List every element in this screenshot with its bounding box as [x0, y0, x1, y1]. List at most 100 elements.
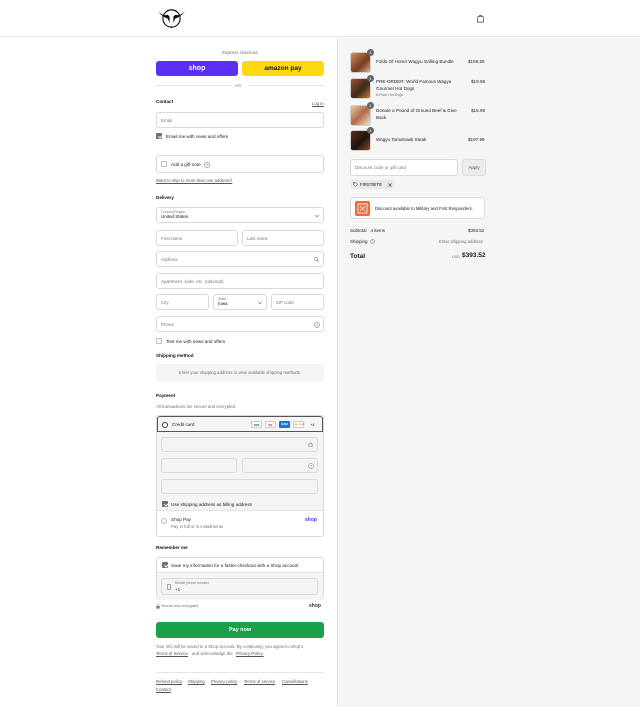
payment-title: Payment	[156, 393, 176, 398]
discount-code-label: FIRSTBITE	[360, 182, 382, 187]
last-name-field[interactable]: Last name	[242, 230, 324, 246]
search-icon	[314, 257, 319, 262]
product-price: $159.55	[468, 59, 485, 64]
help-icon[interactable]: ?	[314, 322, 320, 328]
currency-code: USD	[452, 255, 461, 259]
tag-icon	[353, 182, 358, 187]
state-value: Iowa	[218, 301, 228, 306]
longhorn-logo[interactable]	[157, 7, 186, 30]
email-news-label: Email me with news and offers	[166, 134, 229, 139]
order-summary: 1 Folds Of Honor Wagyu Grilling Bundle $…	[337, 38, 640, 707]
apartment-field[interactable]: Apartment, suite, etc. (optional)	[156, 273, 324, 289]
gift-note-box[interactable]: Add a gift note ?	[156, 155, 324, 173]
help-icon[interactable]: ?	[204, 161, 210, 168]
credit-card-label: Credit card	[172, 422, 195, 427]
subtotal-value: $393.52	[468, 228, 485, 233]
shop-pay-logo: shop	[305, 517, 317, 523]
product-price: $15.99	[471, 108, 486, 113]
shop-pay-radio[interactable]	[161, 518, 167, 524]
more-cards-label: +4	[310, 422, 315, 427]
save-info-checkbox[interactable]	[162, 562, 168, 568]
delivery-title: Delivery	[156, 195, 174, 200]
help-icon[interactable]: ?	[370, 239, 375, 244]
shop-pay-express-button[interactable]: shop	[156, 61, 238, 76]
total-label: Total	[350, 253, 366, 260]
terms-of-service-link[interactable]: Terms of Service	[156, 651, 188, 656]
apply-button[interactable]: Apply	[462, 159, 486, 176]
name-on-card-field[interactable]	[161, 479, 318, 494]
shop-pay-label: Shop Pay	[171, 517, 191, 522]
first-name-field[interactable]: First name	[156, 230, 238, 246]
quantity-badge: 1	[367, 49, 374, 56]
billing-same-checkbox[interactable]	[162, 501, 168, 507]
military-discount-text: Discount available to Military and First…	[375, 206, 473, 211]
shopping-bag-icon[interactable]	[476, 14, 485, 23]
close-icon[interactable]	[388, 182, 392, 187]
pay-now-button[interactable]: Pay now	[156, 622, 324, 638]
city-placeholder: City	[161, 300, 169, 305]
footer-link-shipping[interactable]: Shipping	[188, 679, 205, 684]
quantity-badge: 1	[367, 127, 374, 134]
remember-me-title: Remember me	[156, 545, 188, 550]
subtotal-label: Subtotal · 4 items	[350, 228, 386, 233]
footer-link-refund-policy[interactable]: Refund policy	[156, 679, 182, 684]
security-code-field[interactable]: ?	[242, 458, 318, 473]
credit-card-radio[interactable]	[162, 421, 168, 428]
state-select[interactable]: State Iowa	[213, 294, 267, 310]
text-news-checkbox[interactable]	[156, 338, 162, 344]
email-placeholder: Email	[161, 118, 173, 123]
log-in-link[interactable]: Log in	[312, 101, 324, 106]
legal-text: Your info will be saved to a Shop accoun…	[156, 644, 304, 649]
phone-field[interactable]: Phone ?	[156, 316, 324, 332]
mobile-phone-field[interactable]: Mobile phone number +1	[161, 578, 318, 595]
quantity-badge: 1	[367, 75, 374, 82]
discount-code-field[interactable]: Discount code or gift card	[350, 159, 458, 176]
discount-tag: FIRSTBITE	[351, 180, 394, 189]
footer-link-contact[interactable]: Contact	[156, 687, 171, 692]
amazon-pay-button[interactable]: amazon pay	[242, 61, 324, 76]
email-news-checkbox[interactable]	[156, 133, 162, 139]
zip-field[interactable]: ZIP code	[271, 294, 324, 310]
help-icon[interactable]: ?	[308, 463, 314, 469]
shop-pay-sublabel: Pay in full or in installments	[171, 524, 224, 529]
product-name: PRE-ORDER: World Famous Wagyu Gourmet Ho…	[376, 79, 452, 91]
address-field[interactable]: Address	[156, 251, 324, 267]
credit-card-option[interactable]: Credit card VISA MC AMEX DISCOVER +4	[157, 416, 323, 432]
military-discount-banner[interactable]: Discount available to Military and First…	[350, 197, 485, 219]
product-variant: 8-Pack Hot Dogs	[376, 93, 404, 97]
expiry-field[interactable]	[161, 458, 237, 473]
email-field[interactable]: Email	[156, 112, 324, 128]
mobile-phone-value: +1	[175, 587, 181, 592]
ship-multiple-link[interactable]: Want to ship to more than one address?	[156, 178, 232, 183]
legal-and-text: and acknowledge the	[192, 651, 233, 656]
footer-divider	[156, 672, 324, 673]
first-name-placeholder: First name	[161, 236, 183, 241]
military-discount-icon	[355, 201, 370, 216]
mastercard-icon: MC	[265, 421, 276, 428]
or-separator: OR	[235, 83, 241, 88]
product-name: Donate a Pound of Ground Beef & Give Bac…	[376, 108, 457, 120]
visa-icon: VISA	[251, 421, 262, 428]
remember-me-box: Save my information for a faster checkou…	[156, 557, 324, 600]
privacy-policy-link[interactable]: Privacy Policy.	[236, 651, 264, 656]
text-news-label: Text me with news and offers	[166, 339, 226, 344]
country-select[interactable]: Country/Region United States	[156, 207, 324, 223]
badge-icon	[357, 203, 368, 214]
last-name-placeholder: Last name	[247, 236, 269, 241]
product-price: $19.99	[471, 79, 486, 84]
footer-link-terms-of-service[interactable]: Terms of service	[244, 679, 275, 684]
discount-code-placeholder: Discount code or gift card	[355, 165, 407, 170]
billing-same-label: Use shipping address as billing address	[171, 502, 252, 507]
secure-encrypted-label: Secure and encrypted	[161, 604, 199, 608]
svg-text:?: ?	[372, 240, 374, 244]
city-field[interactable]: City	[156, 294, 209, 310]
card-number-field[interactable]	[161, 437, 318, 452]
apartment-placeholder: Apartment, suite, etc. (optional)	[161, 279, 224, 284]
gift-note-checkbox[interactable]	[161, 161, 167, 167]
zip-placeholder: ZIP code	[276, 300, 294, 305]
footer-link-privacy-policy[interactable]: Privacy policy	[211, 679, 237, 684]
footer-link-cancellations[interactable]: Cancellations	[282, 679, 308, 684]
payment-methods: Credit card VISA MC AMEX DISCOVER +4 ? U…	[156, 415, 324, 537]
card-form: ? Use shipping address as billing addres…	[157, 432, 323, 511]
shop-pay-option[interactable]: Shop Pay Pay in full or in installments …	[157, 512, 323, 536]
